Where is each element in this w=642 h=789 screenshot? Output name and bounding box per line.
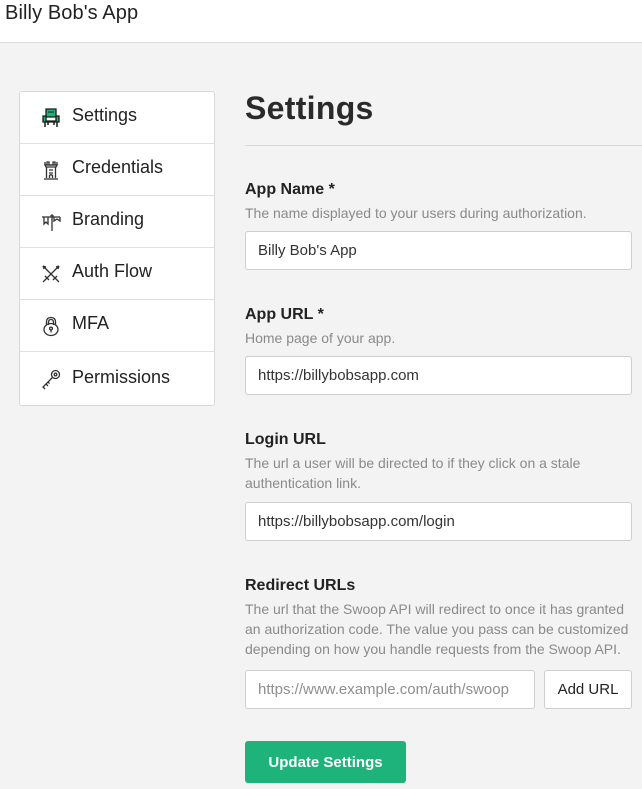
sidebar-item-credentials[interactable]: Credentials xyxy=(20,144,214,196)
sidebar-item-label: MFA xyxy=(72,313,110,333)
sidebar-nav: Settings Credentials Branding Auth Flow … xyxy=(19,91,215,406)
app-url-help: Home page of your app. xyxy=(245,330,396,346)
login-url-label: Login URL xyxy=(245,431,326,448)
login-url-input[interactable] xyxy=(245,502,632,541)
sidebar-item-branding[interactable]: Branding xyxy=(20,196,214,248)
update-settings-button[interactable]: Update Settings xyxy=(245,741,406,783)
sidebar-item-label: Auth Flow xyxy=(72,261,153,281)
redirect-urls-help: The url that the Swoop API will redirect… xyxy=(245,601,629,657)
app-url-input[interactable] xyxy=(245,356,632,395)
throne-icon xyxy=(40,107,62,129)
sidebar-item-mfa[interactable]: MFA xyxy=(20,300,214,352)
banner-icon xyxy=(40,211,62,233)
page-title: Settings xyxy=(245,90,374,126)
app-name-help: The name displayed to your users during … xyxy=(245,205,587,221)
app-name-input[interactable] xyxy=(245,231,632,270)
sidebar-item-auth-flow[interactable]: Auth Flow xyxy=(20,248,214,300)
key-icon xyxy=(40,368,62,390)
padlock-icon xyxy=(40,315,62,337)
sidebar-item-label: Settings xyxy=(72,105,138,125)
settings-panel: Settings App Name * The name displayed t… xyxy=(245,0,642,789)
tower-icon xyxy=(40,159,62,181)
sidebar-item-label: Credentials xyxy=(72,157,164,177)
redirect-urls-label: Redirect URLs xyxy=(245,577,356,594)
crossed-swords-icon xyxy=(40,263,62,285)
redirect-url-input[interactable] xyxy=(245,670,535,709)
app-title: Billy Bob's App xyxy=(5,2,139,24)
sidebar-item-label: Branding xyxy=(72,209,145,229)
app-name-label: App Name * xyxy=(245,181,335,198)
app-url-label: App URL * xyxy=(245,306,324,323)
sidebar-item-permissions[interactable]: Permissions xyxy=(20,352,214,406)
add-url-button[interactable]: Add URL xyxy=(544,670,632,709)
title-divider xyxy=(245,145,642,146)
login-url-help: The url a user will be directed to if th… xyxy=(245,455,581,491)
sidebar-item-label: Permissions xyxy=(72,367,171,387)
sidebar-item-settings[interactable]: Settings xyxy=(20,92,214,144)
